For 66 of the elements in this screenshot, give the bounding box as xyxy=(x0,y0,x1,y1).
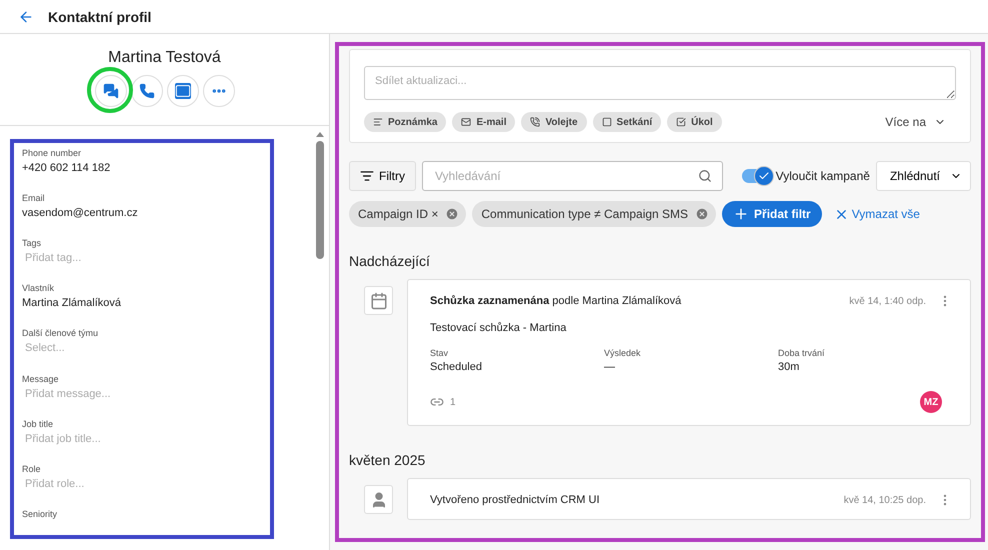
sort-dropdown[interactable]: Zhlédnutí xyxy=(876,161,971,191)
phone-button[interactable] xyxy=(130,75,162,107)
chat-icon xyxy=(102,83,118,99)
search-icon xyxy=(698,169,712,183)
field-label: Message xyxy=(22,374,59,384)
activity-type-chip[interactable]: Poznámka xyxy=(364,112,446,132)
stat-value: 30m xyxy=(778,361,800,373)
field-label: Seniority xyxy=(22,508,58,519)
field-value[interactable]: +420 602 114 182 xyxy=(22,162,110,174)
phone-icon xyxy=(530,117,540,127)
field-value[interactable]: Martina Zlámalíková xyxy=(22,297,122,310)
exclude-campaigns-toggle[interactable]: Vyloučit kampaně xyxy=(742,169,870,183)
activity-time: kvě 14, 1:40 odp. xyxy=(849,296,926,306)
phone-icon xyxy=(138,83,154,99)
user-avatar: MZ xyxy=(920,391,942,413)
more-dropdown[interactable]: Více na xyxy=(879,114,952,130)
activity-type-chip[interactable]: Volejte xyxy=(521,112,587,132)
lines-icon xyxy=(373,117,383,127)
stat-label: Výsledek xyxy=(604,348,641,358)
highlight-ring xyxy=(86,67,132,113)
field-label: Job title xyxy=(22,418,54,429)
scrollbar-thumb[interactable] xyxy=(316,141,324,259)
person-icon xyxy=(364,485,393,514)
update-textarea[interactable]: Sdílet aktualizaci... xyxy=(364,66,956,100)
search-field[interactable]: Vyhledávání xyxy=(422,161,723,191)
stat-value: Scheduled xyxy=(430,361,482,373)
link-count: 1 xyxy=(450,396,456,408)
field-value[interactable]: vasendom@centrum.cz xyxy=(22,207,138,220)
chat-button[interactable] xyxy=(94,75,126,107)
activity-description: Testovací schůzka - Martina xyxy=(430,322,568,334)
remove-icon[interactable] xyxy=(445,207,460,221)
section-heading: Nadcházející xyxy=(349,253,431,269)
field-label: Phone number xyxy=(22,148,82,158)
field-label: Role xyxy=(22,464,41,474)
activity-type-chip[interactable]: Setkání xyxy=(592,112,662,132)
activity-type-chip[interactable]: Úkol xyxy=(667,112,722,132)
search-input[interactable]: Vyhledávání xyxy=(433,168,698,184)
check-icon xyxy=(758,170,770,182)
clear-all-link[interactable]: Vymazat vše xyxy=(828,206,926,222)
checkbox-icon xyxy=(676,117,686,127)
field-label: Email xyxy=(22,193,45,204)
activity-time: kvě 14, 10:25 dop. xyxy=(844,494,926,506)
field-label: Tags xyxy=(22,238,42,248)
activity-type-chip[interactable]: E-mail xyxy=(452,112,516,132)
filter-button[interactable]: Filtry xyxy=(349,161,416,191)
filter-chip[interactable]: Campaign ID × xyxy=(349,201,466,227)
email-button[interactable] xyxy=(166,75,198,107)
more-button[interactable] xyxy=(202,75,234,107)
add-filter-button[interactable]: Přidat filtr xyxy=(722,201,822,227)
square-icon xyxy=(602,117,612,127)
filter-chip[interactable]: Communication type ≠ Campaign SMS xyxy=(472,201,716,227)
filter-icon xyxy=(360,169,374,183)
scroll-up-arrow-icon[interactable] xyxy=(316,132,324,137)
page-title: Kontaktní profil xyxy=(48,8,152,24)
calendar-icon xyxy=(364,286,393,315)
section-heading: květen 2025 xyxy=(349,452,426,468)
activity-title: Vytvořeno prostřednictvím CRM UI xyxy=(430,494,601,506)
remove-icon[interactable] xyxy=(695,207,710,221)
contact-name: Martina Testová xyxy=(108,49,221,67)
stat-label: Stav xyxy=(430,348,448,358)
field-label: Další členové týmu xyxy=(22,328,98,338)
toggle-switch[interactable] xyxy=(742,169,772,183)
stat-value: — xyxy=(604,361,615,373)
activity-title: Schůzka zaznamenána podle Martina Zlámalíková xyxy=(430,295,682,307)
stat-label: Doba trvání xyxy=(778,348,825,358)
field-label: Vlastník xyxy=(22,283,54,294)
